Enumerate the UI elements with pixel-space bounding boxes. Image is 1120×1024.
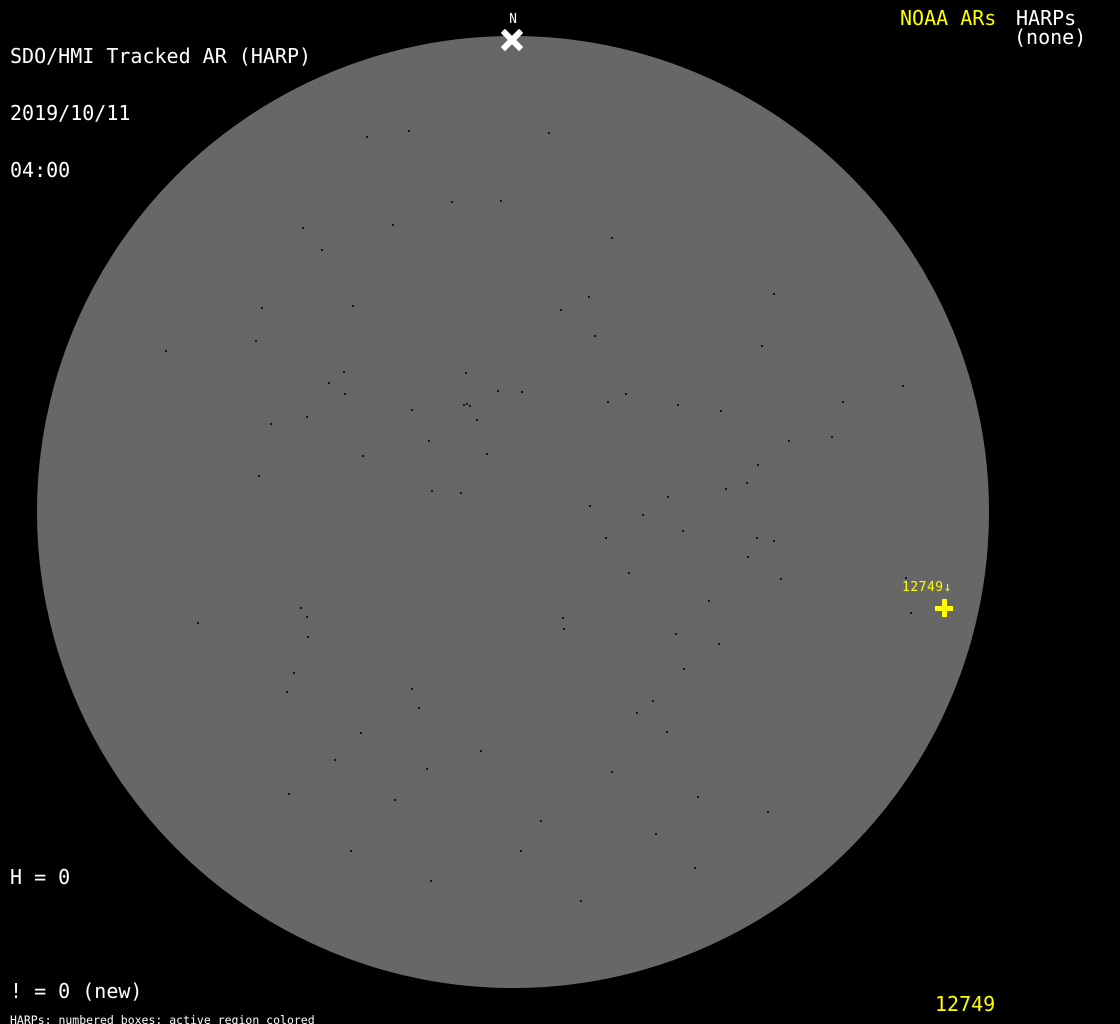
harp-count-line: H = 0: [10, 865, 71, 889]
footnotes: HARPs: numbered boxes; active region col…: [10, 990, 412, 1024]
observation-date: 2019/10/11: [10, 101, 131, 125]
north-label: N: [509, 12, 517, 27]
noaa-ar-cross-marker: [935, 599, 953, 617]
page-title: SDO/HMI Tracked AR (HARP): [10, 44, 312, 68]
bottom-right-ar-number: 12749: [935, 992, 996, 1016]
observation-time: 04:00: [10, 158, 71, 182]
noaa-ar-number-label: 12749↓: [902, 580, 952, 595]
harps-legend-value: (none): [1014, 25, 1087, 49]
noaa-ars-legend-label: NOAA ARs: [900, 6, 997, 30]
footnote-harps: HARPs: numbered boxes; active region col…: [10, 1013, 315, 1024]
cross-marker-bar: [942, 599, 947, 617]
north-pole-x-marker: [498, 27, 526, 53]
solar-harp-view: SDO/HMI Tracked AR (HARP) 2019/10/11 04:…: [0, 0, 1120, 1024]
header-block: SDO/HMI Tracked AR (HARP) 2019/10/11 04:…: [10, 9, 311, 218]
